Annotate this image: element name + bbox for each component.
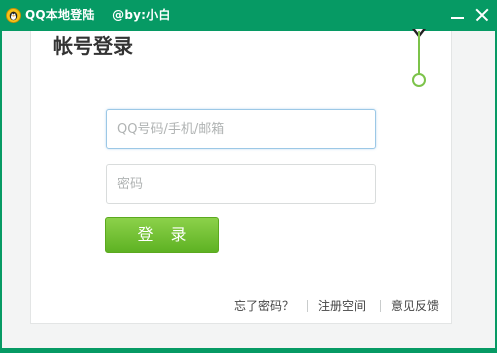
page-title: 帐号登录 bbox=[53, 34, 133, 58]
pendant-string bbox=[418, 31, 420, 74]
qq-penguin-icon bbox=[6, 8, 21, 23]
register-space-link[interactable]: 注册空间 bbox=[318, 298, 366, 315]
minimize-icon[interactable] bbox=[447, 4, 469, 26]
forgot-password-link[interactable]: 忘了密码？ bbox=[234, 298, 294, 315]
login-button[interactable]: 登 录 bbox=[105, 217, 219, 253]
pendant-ring-icon[interactable] bbox=[412, 73, 426, 87]
link-divider bbox=[307, 300, 308, 312]
title-bar: QQ本地登陆 @by:小白 bbox=[0, 0, 497, 31]
close-icon[interactable] bbox=[471, 4, 493, 26]
account-input[interactable] bbox=[106, 109, 376, 149]
window-border-left bbox=[0, 31, 2, 353]
feedback-link[interactable]: 意见反馈 bbox=[391, 298, 439, 315]
password-input[interactable] bbox=[106, 164, 376, 204]
window-border-bottom bbox=[0, 348, 497, 353]
link-divider bbox=[380, 300, 381, 312]
window-title: QQ本地登陆 @by:小白 bbox=[25, 8, 171, 22]
